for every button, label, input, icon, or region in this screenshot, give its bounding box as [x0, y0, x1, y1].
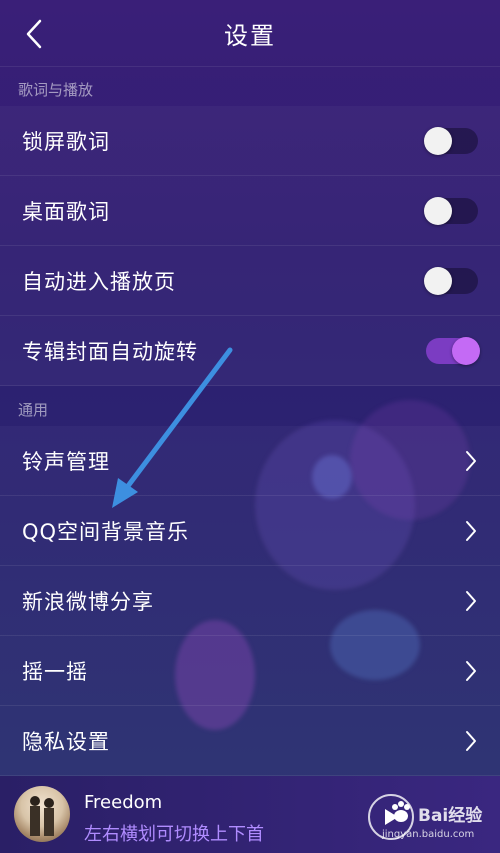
track-title: Freedom — [84, 792, 163, 813]
annotation-arrow — [112, 347, 233, 508]
album-cover[interactable] — [14, 786, 70, 842]
watermark: Bai经验 jingyan.baidu.com — [382, 793, 492, 843]
watermark-url: jingyan.baidu.com — [382, 829, 475, 840]
paw-logo-icon — [392, 801, 410, 822]
album-art — [30, 796, 54, 836]
watermark-text: Bai经验 — [418, 806, 483, 826]
track-hint: 左右横划可切换上下首 — [84, 824, 264, 845]
